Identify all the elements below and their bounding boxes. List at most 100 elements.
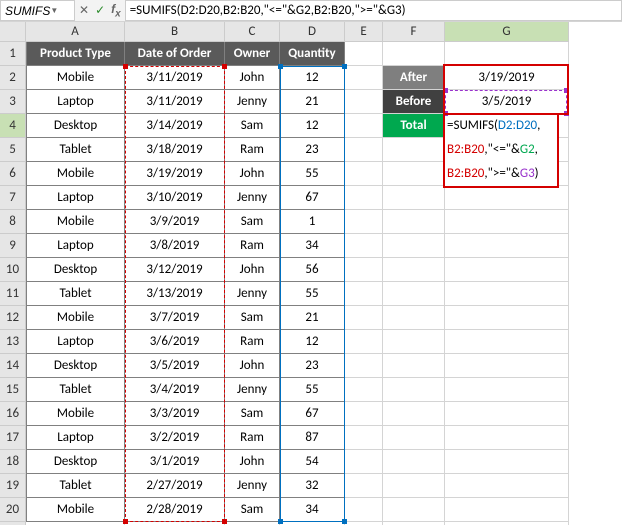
cell-empty[interactable] (383, 162, 445, 186)
cell-empty[interactable] (345, 66, 383, 90)
formula-editing-overlay[interactable]: =SUMIFS(D2:D20,B2:B20,"<="&G2,B2:B20,">=… (445, 114, 557, 186)
row-header[interactable]: 19 (0, 474, 26, 498)
cell-empty[interactable] (445, 378, 569, 402)
cell-owner[interactable]: Ram (225, 234, 280, 258)
cell-product[interactable]: Tablet (26, 474, 125, 498)
cell-qty[interactable]: 87 (280, 426, 345, 450)
cell-owner[interactable]: John (225, 450, 280, 474)
cell-owner[interactable]: Jenny (225, 282, 280, 306)
cell-empty[interactable] (345, 258, 383, 282)
cell-empty[interactable] (345, 450, 383, 474)
cell-empty[interactable] (383, 354, 445, 378)
cell-empty[interactable] (445, 330, 569, 354)
cell-empty[interactable] (345, 42, 383, 66)
cell-empty[interactable] (445, 402, 569, 426)
row-header[interactable]: 5 (0, 138, 26, 162)
select-all-corner[interactable] (0, 22, 26, 42)
cell-empty[interactable] (445, 426, 569, 450)
cell-empty[interactable] (345, 90, 383, 114)
cell-date[interactable]: 3/2/2019 (125, 426, 225, 450)
cell-product[interactable]: Desktop (26, 258, 125, 282)
row-header[interactable]: 13 (0, 330, 26, 354)
cell-empty[interactable] (445, 354, 569, 378)
cell-date[interactable]: 3/18/2019 (125, 138, 225, 162)
cell-product[interactable]: Mobile (26, 66, 125, 90)
cell-empty[interactable] (445, 474, 569, 498)
value-after[interactable]: 3/19/2019 (445, 66, 569, 90)
cell-date[interactable]: 3/9/2019 (125, 210, 225, 234)
cell-qty[interactable]: 21 (280, 90, 345, 114)
cell-empty[interactable] (383, 450, 445, 474)
cell-empty[interactable] (345, 402, 383, 426)
cell-product[interactable]: Mobile (26, 210, 125, 234)
cell-empty[interactable] (445, 258, 569, 282)
cell-owner[interactable]: Sam (225, 402, 280, 426)
cell-owner[interactable]: John (225, 162, 280, 186)
cell-product[interactable]: Laptop (26, 90, 125, 114)
cell-date[interactable]: 2/28/2019 (125, 498, 225, 522)
cell-empty[interactable] (345, 330, 383, 354)
cell-qty[interactable]: 34 (280, 498, 345, 522)
cell-date[interactable]: 3/7/2019 (125, 306, 225, 330)
cell-qty[interactable]: 21 (280, 306, 345, 330)
cell-owner[interactable]: Sam (225, 114, 280, 138)
cell-qty[interactable]: 54 (280, 450, 345, 474)
cell-qty[interactable]: 1 (280, 210, 345, 234)
cell-date[interactable]: 3/6/2019 (125, 330, 225, 354)
cell-owner[interactable]: John (225, 354, 280, 378)
row-header[interactable]: 15 (0, 378, 26, 402)
cell-empty[interactable] (345, 186, 383, 210)
row-header[interactable]: 3 (0, 90, 26, 114)
cell-empty[interactable] (383, 258, 445, 282)
col-header-c[interactable]: C (225, 22, 280, 42)
cell-qty[interactable]: 23 (280, 354, 345, 378)
row-header[interactable]: 8 (0, 210, 26, 234)
cell-qty[interactable]: 55 (280, 282, 345, 306)
cell-empty[interactable] (383, 378, 445, 402)
cell-empty[interactable] (383, 426, 445, 450)
cell-date[interactable]: 3/14/2019 (125, 114, 225, 138)
cell-date[interactable]: 2/27/2019 (125, 474, 225, 498)
cell-empty[interactable] (445, 42, 569, 66)
cell-qty[interactable]: 12 (280, 330, 345, 354)
cell-qty[interactable]: 23 (280, 138, 345, 162)
cell-product[interactable]: Mobile (26, 162, 125, 186)
cell-empty[interactable] (345, 162, 383, 186)
grid[interactable]: 1Product TypeDate of OrderOwnerQuantity2… (0, 42, 622, 525)
cell-date[interactable]: 3/10/2019 (125, 186, 225, 210)
cell-empty[interactable] (345, 114, 383, 138)
row-header[interactable]: 11 (0, 282, 26, 306)
cell-empty[interactable] (383, 234, 445, 258)
cell-product[interactable]: Mobile (26, 306, 125, 330)
cell-date[interactable]: 3/5/2019 (125, 354, 225, 378)
cell-product[interactable]: Desktop (26, 354, 125, 378)
cell-empty[interactable] (445, 450, 569, 474)
cell-empty[interactable] (383, 42, 445, 66)
cell-product[interactable]: Laptop (26, 234, 125, 258)
cell-empty[interactable] (383, 138, 445, 162)
cell-empty[interactable] (383, 330, 445, 354)
cell-empty[interactable] (383, 498, 445, 522)
cell-qty[interactable]: 55 (280, 378, 345, 402)
col-header-f[interactable]: F (383, 22, 445, 42)
cell-qty[interactable]: 32 (280, 474, 345, 498)
cell-empty[interactable] (383, 306, 445, 330)
cell-owner[interactable]: Ram (225, 330, 280, 354)
cell-owner[interactable]: John (225, 258, 280, 282)
cell-empty[interactable] (383, 474, 445, 498)
cell-date[interactable]: 3/1/2019 (125, 450, 225, 474)
cell-qty[interactable]: 67 (280, 186, 345, 210)
cell-owner[interactable]: Jenny (225, 186, 280, 210)
cell-empty[interactable] (345, 210, 383, 234)
row-header[interactable]: 10 (0, 258, 26, 282)
cell-product[interactable]: Laptop (26, 186, 125, 210)
cell-date[interactable]: 3/11/2019 (125, 66, 225, 90)
cell-product[interactable]: Mobile (26, 402, 125, 426)
cell-product[interactable]: Tablet (26, 282, 125, 306)
value-before[interactable]: 3/5/2019 (445, 90, 569, 114)
cell-date[interactable]: 3/13/2019 (125, 282, 225, 306)
cell-empty[interactable] (445, 210, 569, 234)
cell-qty[interactable]: 55 (280, 162, 345, 186)
cell-owner[interactable]: Jenny (225, 474, 280, 498)
cell-date[interactable]: 3/3/2019 (125, 402, 225, 426)
